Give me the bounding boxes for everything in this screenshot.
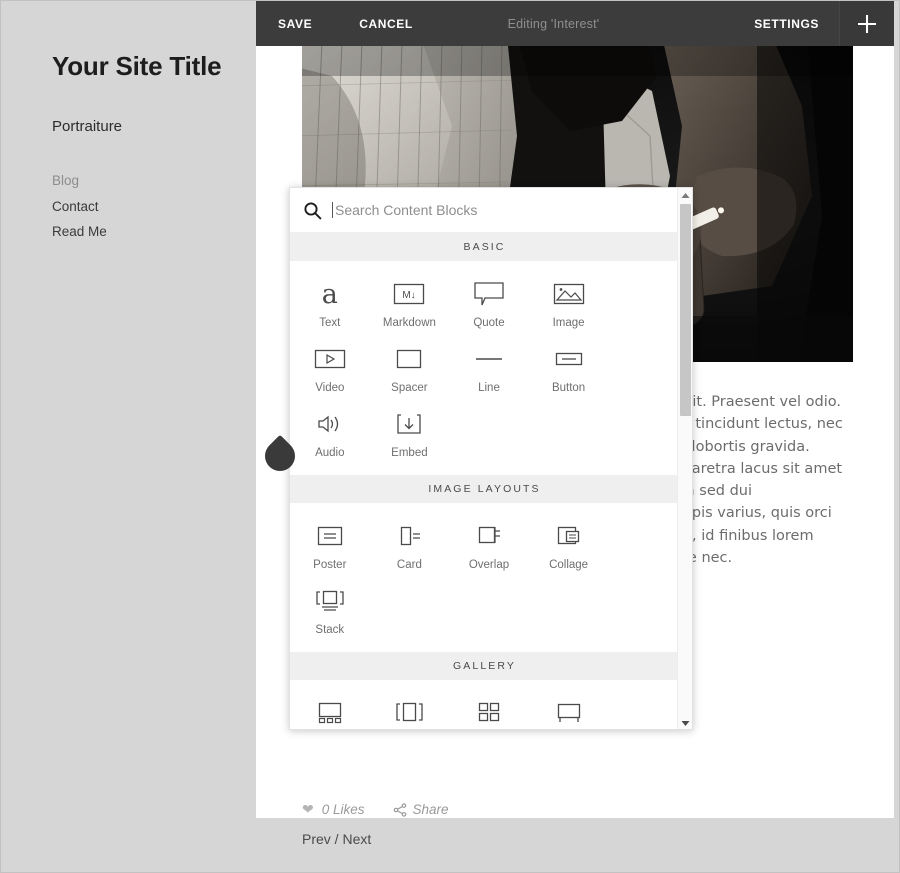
site-title: Your Site Title: [52, 51, 222, 81]
block-grid-gallery: Slideshow Carousel: [290, 680, 679, 729]
block-label: Poster: [313, 559, 347, 571]
search-glyph: [304, 201, 322, 219]
block-quote[interactable]: Quote: [449, 270, 529, 335]
card-icon: [393, 519, 425, 553]
block-markdown[interactable]: M↓ Markdown: [370, 270, 450, 335]
editor-toolbar: SAVE CANCEL Editing 'Interest' SETTINGS: [256, 1, 894, 46]
sidebar-section-portraiture[interactable]: Portraiture: [52, 118, 122, 135]
block-poster[interactable]: Poster: [290, 512, 370, 577]
slideshow-icon: [314, 696, 346, 729]
block-label: Stack: [315, 624, 345, 636]
chevron-down-icon: [681, 721, 690, 726]
block-collage[interactable]: Collage: [529, 512, 609, 577]
page-footer: Prev / Next: [256, 818, 894, 872]
popover-scrollbar[interactable]: [677, 188, 692, 729]
popover-body: BASIC a Text M↓ Markdown: [290, 188, 679, 729]
collage-icon: [553, 519, 585, 553]
sidebar-nav: Blog Contact Read Me: [52, 168, 107, 245]
poster-icon: [314, 519, 346, 553]
block-card[interactable]: Card: [370, 512, 450, 577]
scroll-down-arrow[interactable]: [678, 716, 692, 729]
video-play-icon: [314, 342, 346, 376]
block-image[interactable]: Image: [529, 270, 609, 335]
markdown-icon: M↓: [393, 277, 425, 311]
embed-download-icon: [393, 407, 425, 441]
block-label: Quote: [473, 317, 505, 329]
sidebar-item-blog[interactable]: Blog: [52, 168, 107, 194]
chevron-up-icon: [681, 193, 689, 198]
block-video[interactable]: Video: [290, 335, 370, 400]
search-row: [290, 188, 679, 233]
plus-icon: [858, 14, 876, 33]
overlap-icon: [473, 519, 505, 553]
share-icon[interactable]: [393, 802, 407, 817]
post-meta-row: ❤ 0 Likes Share: [302, 801, 449, 818]
block-label: Embed: [391, 447, 428, 459]
share-label[interactable]: Share: [413, 802, 449, 817]
section-header-image-layouts: IMAGE LAYOUTS: [290, 475, 679, 503]
block-label: Image: [552, 317, 585, 329]
sidebar: Your Site Title Portraiture Blog Contact…: [1, 1, 256, 872]
prev-next-nav[interactable]: Prev / Next: [302, 831, 371, 847]
block-label: Collage: [549, 559, 589, 571]
button-icon: [553, 342, 585, 376]
sidebar-section-label: Portraiture: [52, 118, 122, 135]
sidebar-item-read-me[interactable]: Read Me: [52, 219, 107, 245]
stack-gallery-icon: [553, 696, 585, 729]
text-a-icon: a: [321, 278, 338, 310]
quote-bubble-icon: [473, 277, 505, 311]
save-button[interactable]: SAVE: [278, 17, 312, 31]
share-glyph: [393, 802, 406, 817]
audio-speaker-icon: [314, 407, 346, 441]
block-button[interactable]: Button: [529, 335, 609, 400]
section-header-gallery: GALLERY: [290, 652, 679, 680]
block-label: Line: [478, 382, 500, 394]
block-line[interactable]: Line: [449, 335, 529, 400]
svg-text:M↓: M↓: [403, 290, 416, 301]
block-label: Audio: [315, 447, 345, 459]
scroll-up-arrow[interactable]: [678, 188, 692, 203]
block-overlap[interactable]: Overlap: [449, 512, 529, 577]
block-grid-image-layouts: Poster Card Overlap Collage Stack: [290, 503, 679, 652]
settings-button[interactable]: SETTINGS: [754, 17, 819, 31]
likes-count[interactable]: 0 Likes: [322, 802, 365, 817]
search-icon: [303, 201, 322, 220]
spacer-rect-icon: [393, 342, 425, 376]
block-label: Card: [396, 559, 422, 571]
stack-image-icon: [313, 584, 347, 618]
scrollbar-thumb[interactable]: [680, 204, 691, 416]
block-carousel-gallery[interactable]: Carousel: [370, 689, 450, 729]
carousel-gallery-icon: [392, 696, 426, 729]
block-audio[interactable]: Audio: [290, 400, 370, 465]
block-stack-image[interactable]: Stack: [290, 577, 370, 642]
block-text[interactable]: a Text: [290, 270, 370, 335]
block-label: Spacer: [391, 382, 428, 394]
line-icon: [473, 342, 505, 376]
add-block-button[interactable]: [839, 1, 894, 46]
grid-gallery-icon: [473, 696, 505, 729]
editing-status-label: Editing 'Interest': [507, 16, 600, 31]
block-label: Text: [319, 317, 341, 329]
page-root: Your Site Title Portraiture Blog Contact…: [0, 0, 900, 873]
search-input[interactable]: [332, 202, 659, 218]
block-label: Markdown: [382, 317, 436, 329]
block-label: Overlap: [468, 559, 510, 571]
section-header-basic: BASIC: [290, 233, 679, 261]
block-stack-gallery[interactable]: Stack: [529, 689, 609, 729]
block-label: Button: [551, 382, 586, 394]
heart-icon[interactable]: ❤: [302, 801, 314, 818]
block-grid-basic: a Text M↓ Markdown Quote Image Video Spa…: [290, 261, 679, 475]
block-embed[interactable]: Embed: [370, 400, 450, 465]
block-label: Video: [315, 382, 345, 394]
block-slideshow[interactable]: Slideshow: [290, 689, 370, 729]
content-block-picker-popover: BASIC a Text M↓ Markdown: [289, 187, 693, 730]
block-spacer[interactable]: Spacer: [370, 335, 450, 400]
sidebar-item-contact[interactable]: Contact: [52, 194, 107, 220]
block-grid-gallery[interactable]: Grid: [449, 689, 529, 729]
image-icon: [553, 277, 585, 311]
